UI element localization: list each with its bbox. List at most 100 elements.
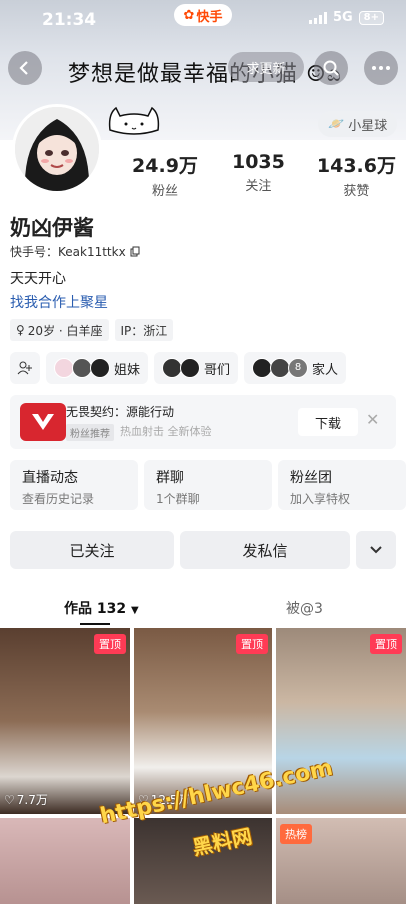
status-bar: 21:34 ✿ 快手 5G 8+: [0, 0, 406, 38]
expand-button[interactable]: [356, 531, 396, 569]
feature-title: 群聊: [156, 470, 184, 486]
stat-following[interactable]: 1035 关注: [223, 151, 293, 199]
stat-label: 获赞: [343, 184, 370, 199]
stat-fans[interactable]: 24.9万 粉丝: [130, 151, 200, 199]
friend-groups: 姐妹 哥们 8 家人: [10, 352, 347, 384]
stat-number: 143.6万: [316, 155, 396, 177]
search-icon: [323, 60, 339, 76]
search-button[interactable]: [314, 51, 348, 85]
tab-underline: [80, 623, 110, 625]
video-thumb[interactable]: 热榜: [276, 818, 406, 904]
avatar-illustration: [15, 107, 99, 191]
group-avatar: [90, 358, 110, 378]
cat-doodle-icon: [108, 106, 160, 135]
more-dots-icon: [372, 66, 390, 70]
likes-count: 7.7万: [16, 793, 48, 807]
age-tag: ♀ 20岁 · 白羊座: [10, 319, 109, 341]
kuaishou-pill-label: 快手: [196, 9, 223, 25]
pinned-badge: 置顶: [370, 634, 402, 654]
copy-icon[interactable]: [130, 246, 141, 257]
group-avatar: [270, 358, 291, 378]
feature-subtitle: 1个群聊: [156, 492, 200, 506]
followed-button[interactable]: 已关注: [10, 531, 174, 569]
group-avatar: [72, 358, 92, 378]
group-label: 哥们: [204, 362, 231, 378]
group-avatar: [162, 358, 183, 378]
chevron-left-icon: [19, 61, 28, 75]
video-likes: ♡ 7.7万: [4, 791, 48, 808]
group-avatar: [252, 358, 273, 378]
stat-label: 粉丝: [151, 184, 178, 199]
request-update-button[interactable]: 求更新: [228, 52, 304, 82]
add-friend-button[interactable]: [10, 352, 40, 384]
nickname: 奶凶伊酱: [10, 216, 94, 240]
group-sisters[interactable]: 姐妹: [46, 352, 149, 384]
signal-icon: [308, 11, 327, 24]
profile-stats: 24.9万 粉丝 1035 关注 143.6万 获赞: [130, 151, 396, 199]
tab-works-label: 作品 132: [64, 601, 127, 617]
gender-icon: ♀: [16, 323, 25, 337]
video-thumb[interactable]: 置顶 ♡ 7.7万: [0, 628, 130, 814]
stat-number: 24.9万: [132, 155, 198, 177]
group-family[interactable]: 8 家人: [244, 352, 347, 384]
feature-fan-club[interactable]: 粉丝团 加入享特权: [278, 460, 406, 510]
group-avatar: [54, 358, 74, 378]
stat-number: 1035: [231, 151, 285, 173]
ip-tag: IP：浙江: [114, 319, 174, 341]
feature-live[interactable]: 直播动态 查看历史记录: [10, 460, 138, 510]
feature-group-chat[interactable]: 群聊 1个群聊: [144, 460, 272, 510]
battery-icon: 8+: [358, 10, 384, 25]
video-grid: 置顶 ♡ 7.7万 置顶 ♡ 12.5万 置顶 热榜: [0, 628, 406, 904]
ip-tag-label: IP：浙江: [120, 323, 168, 338]
group-avatar-count: 8: [288, 358, 309, 378]
ad-game-logo-icon: [20, 403, 66, 441]
network-label: 5G: [332, 10, 353, 25]
back-button[interactable]: [8, 51, 42, 85]
planet-tag[interactable]: 🪐 小星球: [318, 111, 398, 137]
feature-title: 直播动态: [22, 470, 78, 486]
hot-badge: 热榜: [280, 824, 312, 844]
age-tag-label: 20岁 · 白羊座: [27, 323, 103, 338]
message-button[interactable]: 发私信: [180, 531, 350, 569]
group-avatar: [180, 358, 201, 378]
stat-likes[interactable]: 143.6万 获赞: [317, 151, 396, 199]
pinned-badge: 置顶: [94, 634, 126, 654]
kuaishou-logo-icon: ✿: [183, 7, 195, 23]
bio-text: 天天开心: [10, 271, 66, 287]
chevron-down-icon: [370, 546, 382, 554]
status-right: 5G 8+: [308, 10, 384, 25]
profile-tags: ♀ 20岁 · 白羊座 IP：浙江: [10, 319, 174, 341]
feature-subtitle: 查看历史记录: [22, 492, 95, 506]
ad-badge: 粉丝推荐: [66, 424, 114, 441]
ad-card[interactable]: 无畏契约：源能行动 粉丝推荐 热血射击 全新体验 下载 ✕: [10, 395, 396, 449]
group-brothers[interactable]: 哥们: [154, 352, 239, 384]
kuaishou-id[interactable]: 快手号：Keak11ttkx: [10, 243, 141, 260]
kuaishou-id-text: 快手号：Keak11ttkx: [10, 245, 126, 259]
avatar[interactable]: [12, 104, 102, 194]
planet-icon: 🪐: [328, 116, 345, 132]
video-thumb[interactable]: [0, 818, 130, 904]
cooperation-link[interactable]: 找我合作上聚星: [10, 292, 108, 312]
feature-title: 粉丝团: [290, 470, 332, 486]
tab-mentioned[interactable]: 被@3: [286, 598, 323, 618]
group-label: 家人: [312, 362, 339, 378]
ad-download-button[interactable]: 下载: [298, 408, 358, 436]
heart-icon: ♡: [4, 792, 15, 807]
ad-subtitle: 热血射击 全新体验: [120, 425, 212, 438]
caret-down-icon: ▼: [130, 605, 139, 616]
feature-subtitle: 加入享特权: [290, 492, 351, 506]
status-time: 21:34: [42, 10, 97, 30]
tab-works[interactable]: 作品 132 ▼: [64, 598, 139, 618]
planet-tag-label: 小星球: [348, 118, 388, 134]
content-tabs: 作品 132 ▼ 被@3: [0, 590, 406, 626]
more-button[interactable]: [364, 51, 398, 85]
feature-cards: 直播动态 查看历史记录 群聊 1个群聊 粉丝团 加入享特权: [10, 460, 406, 510]
kuaishou-pill[interactable]: ✿ 快手: [174, 4, 232, 26]
add-user-icon: [17, 361, 32, 375]
pinned-badge: 置顶: [236, 634, 268, 654]
profile-actions: 已关注 发私信: [10, 531, 396, 569]
ad-title: 无畏契约：源能行动: [66, 405, 175, 419]
close-icon[interactable]: ✕: [366, 410, 379, 429]
group-label: 姐妹: [114, 362, 141, 378]
stat-label: 关注: [245, 179, 272, 194]
